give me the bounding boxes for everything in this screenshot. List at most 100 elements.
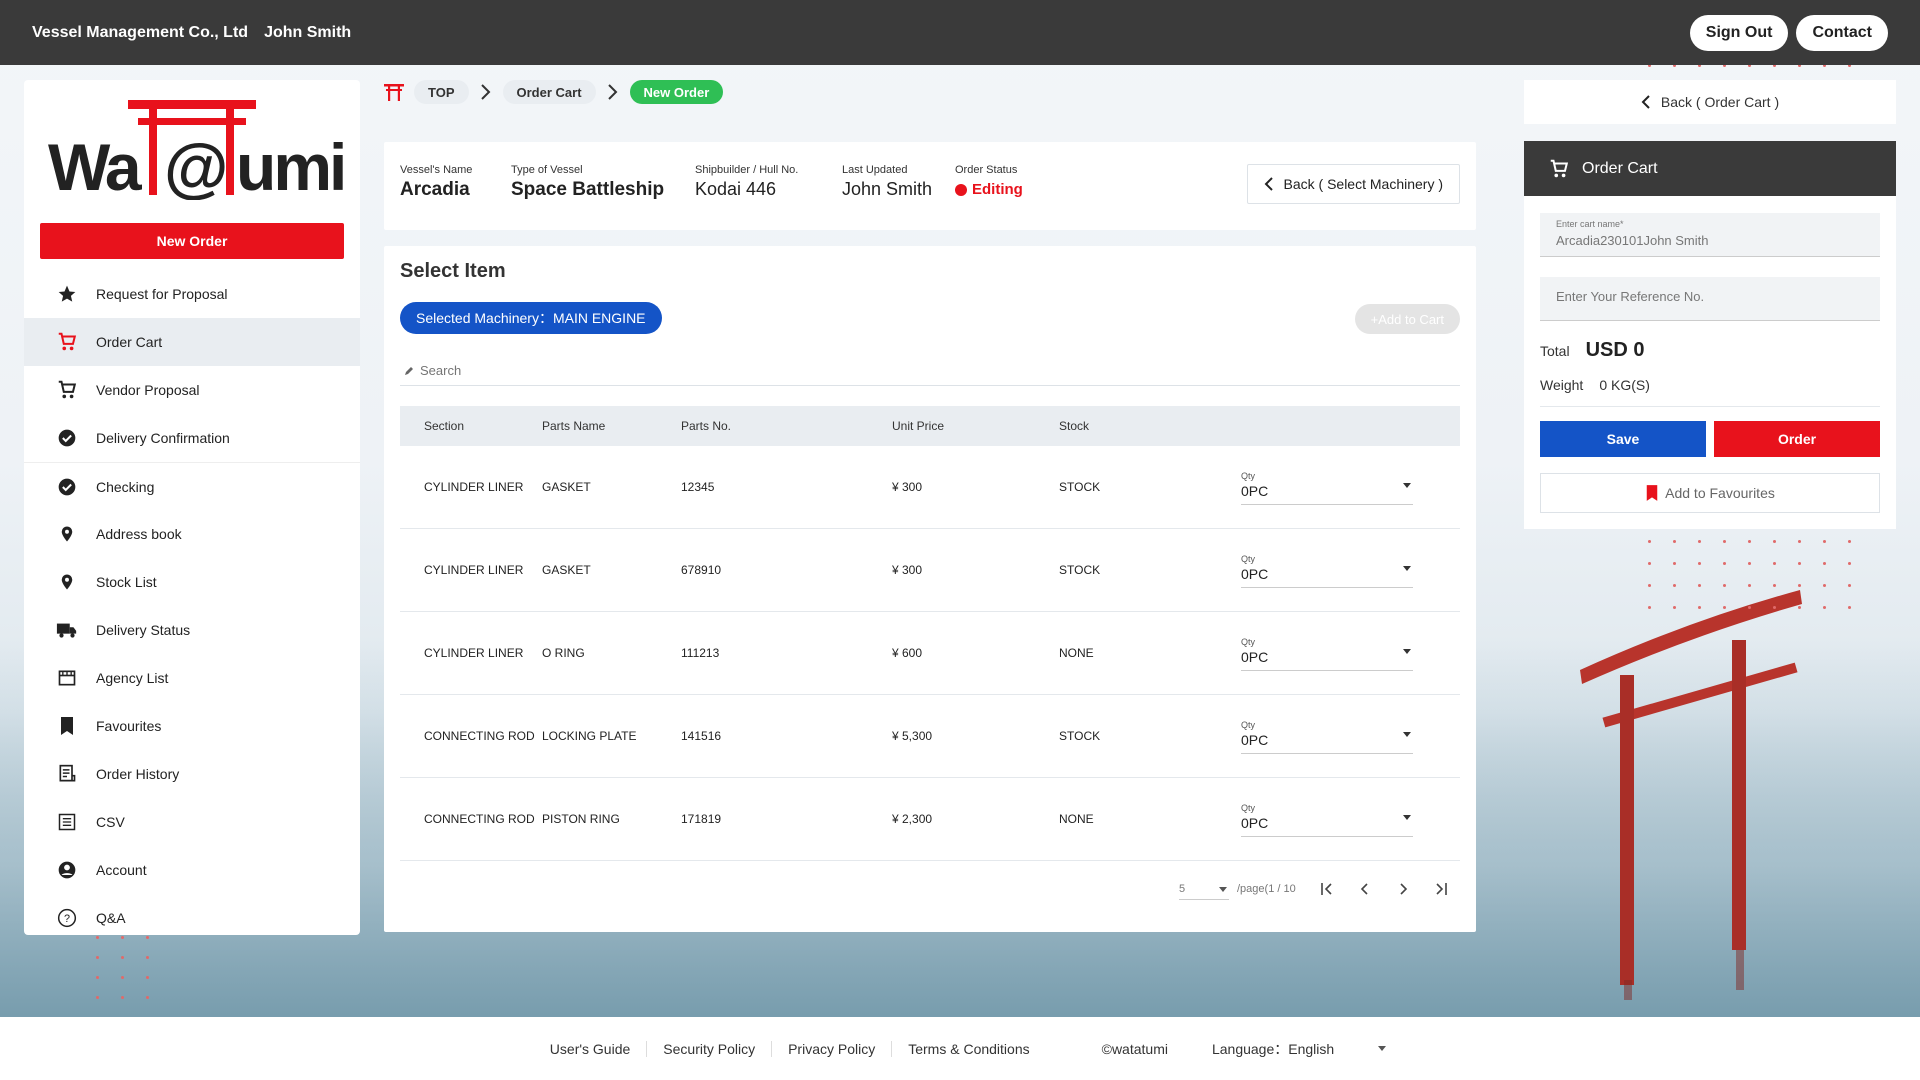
qty-value: 0PC [1241, 732, 1269, 748]
decorative-dot [96, 996, 99, 999]
decorative-dot [121, 976, 124, 979]
sidebar-item-label: Q&A [96, 910, 126, 926]
footer-link-users-guide[interactable]: User's Guide [534, 1040, 648, 1057]
contact-button[interactable]: Contact [1796, 14, 1888, 51]
status-dot-icon [955, 183, 967, 196]
pencil-icon [404, 366, 414, 376]
sidebar-item-qa[interactable]: ? Q&A [24, 894, 360, 942]
qty-label: Qty [1241, 803, 1256, 813]
dropdown-arrow-icon [1403, 483, 1411, 488]
language-select[interactable]: Language：English [1212, 1039, 1387, 1059]
sidebar-item-label: Delivery Status [96, 622, 191, 638]
sidebar-item-stock-list[interactable]: Stock List [24, 558, 360, 606]
torii-gate-image [1580, 590, 1802, 1000]
table-row: CONNECTING ROD LOCKING PLATE 141516 ¥ 5,… [400, 695, 1460, 778]
back-order-cart-label: Back ( Order Cart ) [1660, 94, 1780, 110]
first-page-icon[interactable] [1308, 876, 1346, 902]
search-bar [400, 356, 1460, 386]
sidebar-item-order-history[interactable]: Order History [24, 750, 360, 798]
order-status-value: Editing [972, 181, 1023, 198]
cart-name-field[interactable]: Enter cart name* Arcadia230101John Smith [1540, 213, 1880, 257]
qty-select[interactable]: Qty 0PC [1241, 469, 1413, 505]
torii-logo-icon: Wa @ umi [48, 100, 347, 204]
qty-label: Qty [1241, 720, 1256, 730]
last-page-icon[interactable] [1422, 876, 1460, 902]
sidebar-item-address-book[interactable]: Address book [24, 510, 360, 558]
footer-link-security-policy[interactable]: Security Policy [647, 1040, 773, 1057]
add-to-cart-button[interactable]: +Add to Cart [1354, 304, 1460, 334]
sign-out-button[interactable]: Sign Out [1689, 14, 1789, 51]
qty-select[interactable]: Qty 0PC [1241, 552, 1413, 588]
sidebar-item-label: Vendor Proposal [96, 382, 200, 398]
decorative-dot [121, 956, 124, 959]
decorative-dots-mid [1648, 540, 1858, 620]
back-order-cart-button[interactable]: Back ( Order Cart ) [1524, 80, 1896, 124]
save-button[interactable]: Save [1540, 421, 1706, 457]
decorative-dot [121, 996, 124, 999]
selected-machinery-badge[interactable]: Selected Machinery：MAIN ENGINE [400, 302, 662, 334]
cell-parts-name: GASKET [542, 563, 591, 577]
help-circle-icon: ? [56, 907, 78, 929]
reference-no-field [1540, 277, 1880, 321]
watatumi-logo[interactable]: Wa @ umi [46, 100, 347, 204]
sidebar-item-request-for-proposal[interactable]: Request for Proposal [24, 270, 360, 318]
sidebar-item-order-cart[interactable]: Order Cart [24, 318, 360, 366]
previous-page-icon[interactable] [1346, 876, 1384, 902]
breadcrumb-order-cart[interactable]: Order Cart [502, 80, 596, 104]
back-select-machinery-button[interactable]: Back ( Select Machinery ) [1246, 164, 1460, 204]
order-button[interactable]: Order [1714, 421, 1880, 457]
decorative-dot [146, 976, 149, 979]
sidebar-item-csv[interactable]: CSV [24, 798, 360, 846]
qty-select[interactable]: Qty 0PC [1241, 801, 1413, 837]
next-page-icon[interactable] [1384, 876, 1422, 902]
decorative-dot [1798, 540, 1801, 543]
dropdown-arrow-icon [1403, 732, 1411, 737]
sidebar-item-label: Checking [96, 478, 155, 495]
decorative-dot [1848, 540, 1851, 543]
items-table: Section Parts Name Parts No. Unit Price … [400, 406, 1460, 861]
shipbuilder-value: Kodai 446 [695, 179, 777, 199]
page-indicator: /page(1 / 10 [1237, 883, 1296, 895]
sidebar-item-favourites[interactable]: Favourites [24, 702, 360, 750]
footer-link-terms[interactable]: Terms & Conditions [892, 1041, 1045, 1057]
cell-parts-name: PISTON RING [542, 812, 620, 826]
add-to-favourites-button[interactable]: Add to Favourites [1540, 473, 1880, 513]
dropdown-arrow-icon [1403, 815, 1411, 820]
order-status-badge: Editing [955, 181, 1023, 198]
svg-text:?: ? [64, 913, 70, 925]
chevron-left-icon [1264, 176, 1274, 192]
sidebar-item-agency-list[interactable]: Agency List [24, 654, 360, 702]
total-line: Total USD 0 [1540, 339, 1644, 362]
decorative-dot [96, 976, 99, 979]
cell-parts-no: 111213 [681, 646, 720, 660]
sidebar-item-label: Address book [96, 526, 182, 542]
sidebar-item-vendor-proposal[interactable]: Vendor Proposal [24, 366, 360, 414]
table-row: CYLINDER LINER GASKET 678910 ¥ 300 STOCK… [400, 529, 1460, 612]
breadcrumb-top[interactable]: TOP [414, 80, 469, 104]
new-order-button[interactable]: New Order [40, 223, 344, 259]
last-updated-label: Last Updated [842, 164, 908, 176]
footer-link-privacy-policy[interactable]: Privacy Policy [772, 1040, 893, 1057]
sidebar-item-delivery-confirmation[interactable]: Delivery Confirmation [24, 414, 360, 462]
per-page-select[interactable]: 5 [1179, 878, 1229, 900]
chevron-right-icon [475, 80, 497, 104]
reference-no-input[interactable] [1556, 289, 1856, 304]
shipbuilder-field: Shipbuilder / Hull No. Kodai 446 [695, 164, 798, 200]
decorative-dot [1798, 606, 1801, 609]
search-input[interactable] [420, 363, 820, 378]
cell-stock: STOCK [1059, 729, 1101, 743]
qty-select[interactable]: Qty 0PC [1241, 635, 1413, 671]
torii-home-icon[interactable] [384, 80, 408, 104]
cell-unit-price: ¥ 5,300 [892, 729, 933, 743]
dropdown-arrow-icon [1378, 1046, 1387, 1051]
cell-parts-no: 141516 [681, 729, 722, 743]
sidebar-item-account[interactable]: Account [24, 846, 360, 894]
sidebar-item-checking[interactable]: Checking [24, 462, 360, 510]
qty-label: Qty [1241, 471, 1256, 481]
qty-value: 0PC [1241, 649, 1269, 665]
sidebar-item-delivery-status[interactable]: Delivery Status [24, 606, 360, 654]
qty-select[interactable]: Qty 0PC [1241, 718, 1413, 754]
decorative-dots-top [1648, 64, 1858, 74]
decorative-dot [1773, 562, 1776, 565]
weight-line: Weight 0 KG(S) [1540, 377, 1880, 407]
